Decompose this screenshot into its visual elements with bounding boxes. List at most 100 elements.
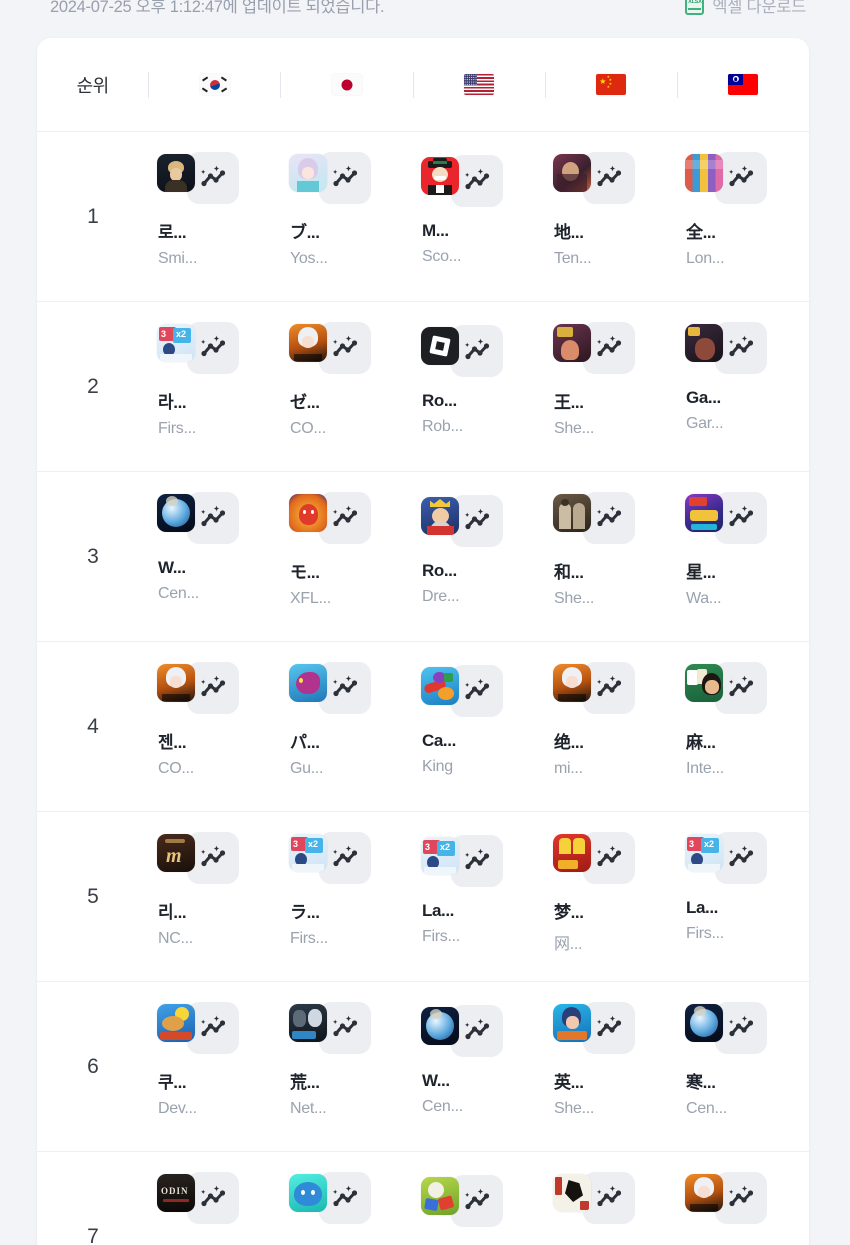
app-cell: 和... She...: [545, 472, 677, 641]
app-icon[interactable]: m: [157, 834, 195, 872]
app-name: 全...: [686, 223, 716, 242]
app-cell: Ro... Rob...: [413, 302, 545, 471]
app-cell: W... Cen...: [149, 472, 281, 641]
app-publisher: Cen...: [422, 1098, 463, 1115]
rank-column-label: 순위: [76, 75, 110, 96]
app-icon[interactable]: [553, 1004, 591, 1042]
app-icon[interactable]: [553, 664, 591, 702]
header-country-tw[interactable]: [678, 38, 809, 131]
app-cell: 星... Wa...: [677, 472, 809, 641]
app-icon[interactable]: [553, 1174, 591, 1212]
app-icon[interactable]: [685, 664, 723, 702]
app-icon[interactable]: [289, 494, 327, 532]
app-icon-group: [157, 1002, 281, 1054]
header-country-kr[interactable]: [149, 38, 280, 131]
app-icon[interactable]: 3 x2: [685, 834, 723, 872]
header-country-jp[interactable]: [281, 38, 412, 131]
app-icon-group: [685, 1002, 809, 1054]
app-icon[interactable]: [685, 1004, 723, 1042]
app-icon[interactable]: [421, 667, 459, 705]
app-publisher: She...: [554, 1100, 595, 1117]
app-icon[interactable]: [157, 154, 195, 192]
app-icon[interactable]: 3 x2: [157, 324, 195, 362]
app-icon-group: [685, 152, 809, 204]
app-publisher: Rob...: [422, 418, 463, 435]
app-cell: 젠... CO...: [149, 642, 281, 811]
app-icon[interactable]: [553, 834, 591, 872]
app-publisher: XFL...: [290, 590, 331, 607]
app-icon-group: [289, 152, 413, 204]
app-name: 麻...: [686, 733, 716, 752]
app-cell: [545, 1152, 677, 1245]
app-icon[interactable]: [421, 157, 459, 195]
app-name: 쿠...: [158, 1073, 187, 1092]
app-icon[interactable]: [421, 497, 459, 535]
app-icon[interactable]: [421, 327, 459, 365]
header-country-cn[interactable]: ★ ★ ★ ★ ★: [546, 38, 677, 131]
rank-value: 3: [87, 544, 99, 568]
app-icon[interactable]: [289, 324, 327, 362]
ranking-table-card: 순위 ★ ★ ★ ★ ★ 1 로... Smi... ブ... Yos... M…: [37, 38, 809, 1245]
excel-download-label: 엑셀 다운로드: [712, 0, 806, 16]
app-icon-group: [421, 1175, 545, 1227]
rank-value: 6: [87, 1054, 99, 1078]
app-name: La...: [686, 898, 719, 917]
app-icon[interactable]: [685, 494, 723, 532]
last-updated-text: 2024-07-25 오후 1:12:47에 업데이트 되었습니다.: [50, 0, 385, 16]
app-icon[interactable]: [157, 664, 195, 702]
app-icon-group: [553, 492, 677, 544]
app-icon[interactable]: [685, 1174, 723, 1212]
app-icon[interactable]: [421, 1177, 459, 1215]
rank-value: 2: [87, 374, 99, 398]
header-rank-cell: 순위: [37, 38, 148, 131]
app-cell: パ... Gu...: [281, 642, 413, 811]
app-icon[interactable]: [157, 494, 195, 532]
header-country-us[interactable]: [414, 38, 545, 131]
app-name: 英...: [554, 1073, 584, 1092]
table-row: 4 젠... CO... パ... Gu... Ca... King 绝... mi... 麻..…: [37, 642, 809, 812]
app-cell: [677, 1152, 809, 1245]
excel-download-button[interactable]: 엑셀 다운로드: [685, 0, 806, 17]
flag-usa-icon: [464, 74, 495, 95]
app-icon[interactable]: [289, 1174, 327, 1212]
app-icon[interactable]: [553, 324, 591, 362]
app-name: Ro...: [422, 391, 457, 410]
app-icon-group: [157, 492, 281, 544]
app-icon[interactable]: 3 x2: [289, 834, 327, 872]
app-publisher: Inte...: [686, 760, 724, 777]
app-publisher: Ten...: [554, 250, 592, 267]
app-icon-group: [289, 1002, 413, 1054]
app-name: Ga...: [686, 388, 721, 407]
app-icon[interactable]: ODIN: [157, 1174, 195, 1212]
app-publisher: mi...: [554, 760, 583, 777]
app-icon-group: [421, 1005, 545, 1057]
app-icon[interactable]: [553, 154, 591, 192]
table-row: 6 쿠... Dev... 荒... Net... W... Cen... 英... She..…: [37, 982, 809, 1152]
app-icon-group: [553, 1172, 677, 1224]
table-row: 7 ODIN: [37, 1152, 809, 1245]
app-icon[interactable]: [289, 664, 327, 702]
app-cell: [413, 1152, 545, 1245]
app-icon[interactable]: [685, 154, 723, 192]
app-icon[interactable]: [421, 1007, 459, 1045]
app-icon[interactable]: [289, 1004, 327, 1042]
app-publisher: She...: [554, 420, 595, 437]
app-icon[interactable]: [289, 154, 327, 192]
app-name: パ...: [290, 733, 320, 752]
app-icon[interactable]: [553, 494, 591, 532]
app-icon[interactable]: [157, 1004, 195, 1042]
flag-japan-icon: [331, 74, 362, 95]
app-name: 荒...: [290, 1073, 320, 1092]
app-icon[interactable]: [685, 324, 723, 362]
app-cell: 梦... 网...: [545, 812, 677, 981]
app-cell: 3 x2 라... Firs...: [149, 302, 281, 471]
app-name: Ro...: [422, 561, 457, 580]
table-row: 5 m 리... NC... 3 x2 ラ... Firs... 3 x2 La... Firs...…: [37, 812, 809, 982]
app-publisher: She...: [554, 590, 595, 607]
app-cell: m 리... NC...: [149, 812, 281, 981]
app-publisher: 网...: [554, 936, 583, 953]
app-icon[interactable]: 3 x2: [421, 837, 459, 875]
app-cell: Ga... Gar...: [677, 302, 809, 471]
app-name: 和...: [554, 563, 584, 582]
xlsx-icon: [685, 0, 705, 15]
